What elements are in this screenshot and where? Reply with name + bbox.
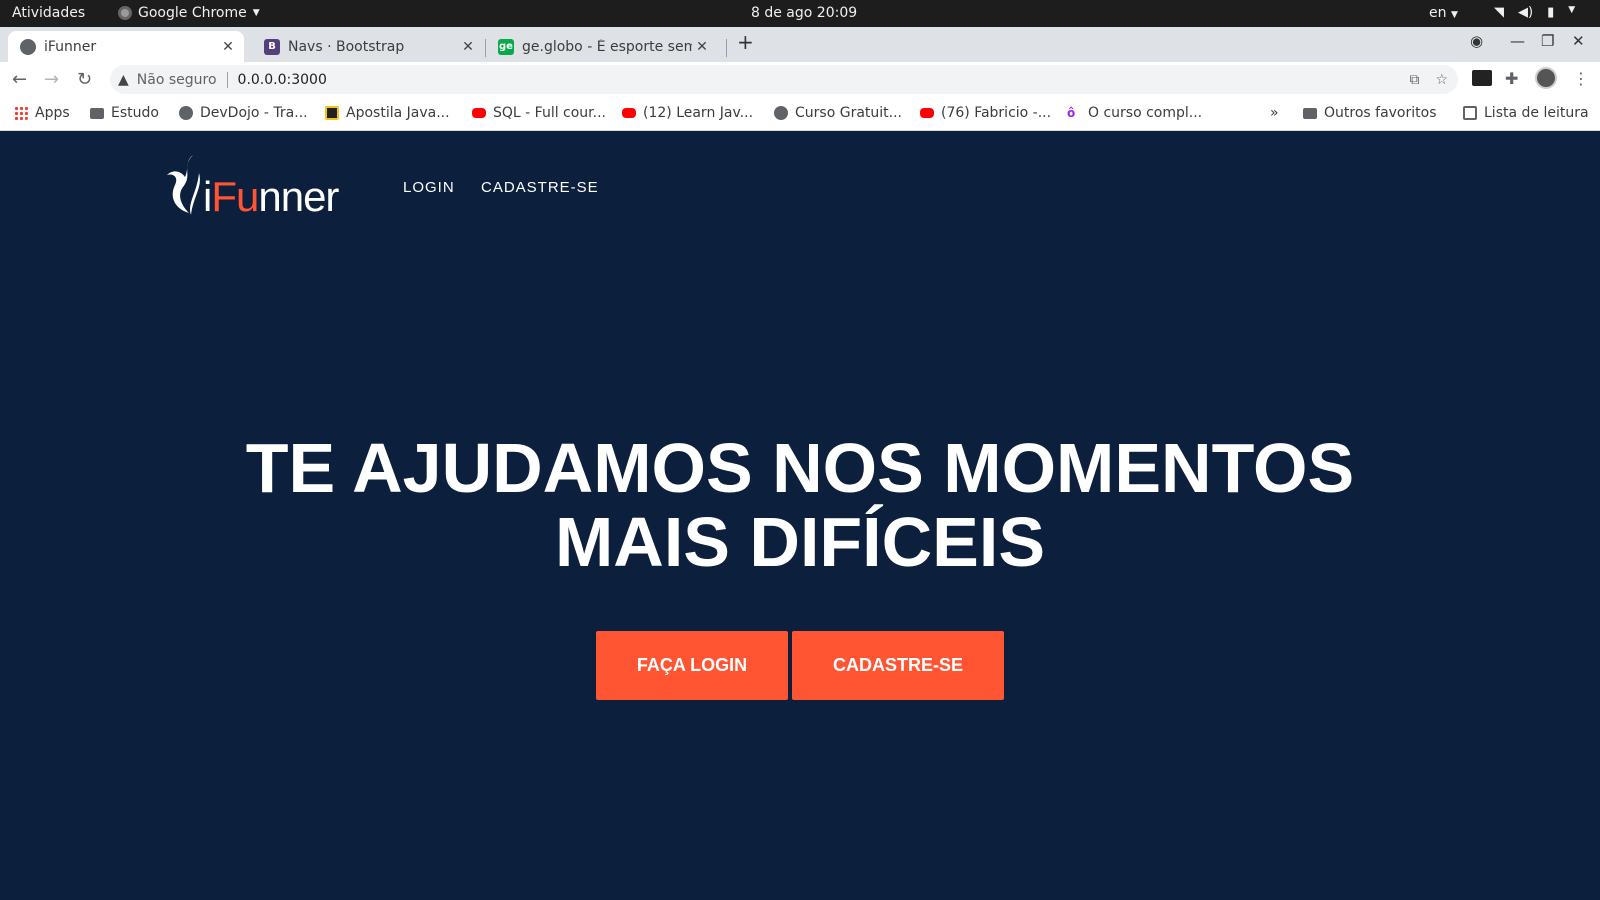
browser-toolbar: ← → ↻ ▲ Não seguro 0.0.0.0:3000 ⧉ ☆ ✚ ⋮ [0,62,1600,97]
reading-list-icon [1463,106,1477,120]
folder-icon [1303,107,1317,119]
chevron-down-icon: ▼ [252,8,260,18]
hero-title-line1: TE AJUDAMOS NOS MOMENTOS [245,429,1355,507]
tab-separator [726,39,727,57]
tab-title: ge.globo - É esporte semp [522,38,692,55]
bookmark-fabricio[interactable]: (76) Fabricio -... [920,105,1051,121]
tab-title: Navs · Bootstrap [288,38,405,55]
bookmark-label: Curso Gratuit... [795,105,902,121]
brand-suffix: nner [258,173,339,220]
bookmark-label: Lista de leitura [1484,105,1589,121]
forward-icon[interactable]: → [44,69,59,90]
chevron-down-icon: ▼ [1568,5,1576,15]
language-indicator[interactable]: en ▼ [1429,5,1458,21]
address-bar[interactable]: ▲ Não seguro 0.0.0.0:3000 ⧉ ☆ [110,65,1458,94]
close-window-icon[interactable]: ✕ [1572,32,1585,50]
chevron-down-icon: ▼ [1450,10,1458,20]
translate-icon[interactable]: ⧉ [1409,72,1419,88]
globe-icon [774,106,788,120]
close-icon[interactable]: ✕ [218,39,238,55]
apps-icon [14,106,28,120]
extensions-icon[interactable]: ✚ [1505,69,1518,88]
bookmark-label: SQL - Full cour... [493,105,607,121]
nav-login-link[interactable]: LOGIN [403,179,455,196]
clock[interactable]: 8 de ago 20:09 [751,5,857,21]
os-top-bar: Atividades Google Chrome ▼ 8 de ago 20:0… [0,0,1600,27]
globe-icon [20,38,36,55]
globe-icon [179,106,193,120]
youtube-icon [622,108,636,118]
new-tab-button[interactable]: + [737,30,754,54]
hero-title-line2: MAIS DIFÍCEIS [554,503,1046,581]
book-icon [325,106,339,120]
bookmark-label: Apps [35,105,70,121]
bookmark-apostila-java[interactable]: Apostila Java... [325,105,450,121]
bookmark-label: Apostila Java... [346,105,450,121]
menu-icon[interactable]: ⋮ [1573,69,1589,88]
bookmark-label: (76) Fabricio -... [941,105,1052,121]
activities-button[interactable]: Atividades [12,5,85,21]
tab-title: iFunner [44,38,97,55]
login-button[interactable]: FAÇA LOGIN [596,631,788,700]
bookmark-label: Outros favoritos [1324,105,1437,121]
language-label: en [1429,5,1447,21]
folder-icon [90,107,104,119]
close-icon[interactable]: ✕ [692,39,712,55]
chrome-icon [118,6,132,20]
bookmark-outros-favoritos[interactable]: Outros favoritos [1303,105,1437,121]
bookmark-devdojo[interactable]: DevDojo - Tra... [179,105,308,121]
brand-logo[interactable]: iFunner [163,153,339,221]
tab-strip: iFunner ✕ B Navs · Bootstrap ✕ ge ge.glo… [0,27,1600,62]
app-name: Google Chrome [138,5,247,21]
warning-icon[interactable]: ▲ [118,72,129,88]
tab-ifunner[interactable]: iFunner ✕ [8,31,244,62]
youtube-icon [472,108,486,118]
system-tray[interactable]: ◥ ◀) ▮ ▼ [1494,5,1575,20]
tab-navs-bootstrap[interactable]: B Navs · Bootstrap ✕ [252,31,484,62]
reload-icon[interactable]: ↻ [77,69,92,90]
app-menu[interactable]: Google Chrome ▼ [118,5,260,21]
signup-button[interactable]: CADASTRE-SE [792,631,1004,700]
close-icon[interactable]: ✕ [458,39,478,55]
restore-icon[interactable]: ❐ [1541,32,1554,50]
extension-icon[interactable] [1472,70,1492,86]
bookmark-label: (12) Learn Jav... [643,105,754,121]
bookmark-learn-java[interactable]: (12) Learn Jav... [622,105,753,121]
bootstrap-icon: B [264,38,280,55]
bookmark-estudo[interactable]: Estudo [90,105,159,121]
bookmark-o-curso[interactable]: ô O curso compl... [1067,105,1202,121]
brand-highlight: Fu [211,173,259,220]
tab-search-icon[interactable]: ◉ [1470,32,1483,50]
url-text[interactable]: 0.0.0.0:3000 [238,72,327,88]
page-content: iFunner LOGIN CADASTRE-SE TE AJUDAMOS NO… [0,131,1600,900]
volume-icon: ◀) [1518,5,1534,20]
youtube-icon [920,108,934,118]
wifi-icon: ◥ [1494,5,1504,20]
omnibox-divider [226,71,228,88]
o-icon: ô [1067,106,1076,120]
reading-list-button[interactable]: Lista de leitura [1463,105,1589,121]
bookmark-label: Estudo [111,105,159,121]
minimize-icon[interactable]: — [1510,32,1525,50]
bookmark-sql-course[interactable]: SQL - Full cour... [472,105,606,121]
back-icon[interactable]: ← [12,69,27,90]
bookmark-apps[interactable]: Apps [14,105,70,121]
bookmark-curso-gratuito[interactable]: Curso Gratuit... [774,105,902,121]
avatar[interactable] [1535,67,1557,89]
nav-signup-link[interactable]: CADASTRE-SE [481,179,599,196]
bookmark-label: O curso compl... [1088,105,1203,121]
battery-icon: ▮ [1547,5,1555,20]
security-label[interactable]: Não seguro [137,72,217,88]
brand-wordmark: iFunner [203,173,339,220]
bookmarks-bar: Apps Estudo DevDojo - Tra... Apostila Ja… [0,97,1600,131]
tab-ge-globo[interactable]: ge ge.globo - É esporte semp ✕ [486,31,718,62]
bookmark-star-icon[interactable]: ☆ [1435,72,1448,88]
ge-icon: ge [498,38,514,55]
bookmark-label: DevDojo - Tra... [200,105,308,121]
hero-title: TE AJUDAMOS NOS MOMENTOS MAIS DIFÍCEIS [0,431,1600,579]
more-bookmarks-button[interactable]: » [1270,105,1279,121]
